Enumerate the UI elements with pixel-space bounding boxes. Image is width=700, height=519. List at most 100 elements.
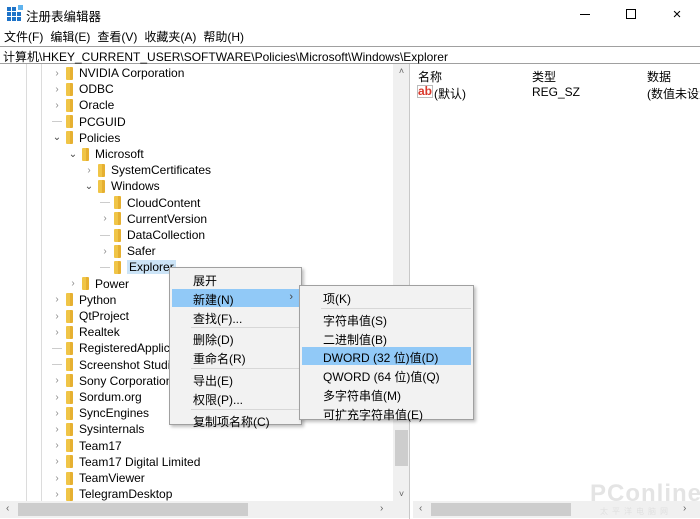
tree-item[interactable]: › Sysinternals <box>52 421 144 437</box>
context-menu-item[interactable]: 展开 <box>172 270 299 288</box>
tree-item[interactable]: PCGUID <box>52 114 126 130</box>
scroll-right-icon[interactable]: › <box>380 503 383 514</box>
scroll-thumb[interactable] <box>18 503 248 516</box>
context-menu-item[interactable]: QWORD (64 位)值(Q) <box>302 366 471 384</box>
scroll-up-icon[interactable]: ˄ <box>393 66 409 76</box>
address-path[interactable]: 计算机\HKEY_CURRENT_USER\SOFTWARE\Policies\… <box>3 48 448 65</box>
tree-item-label: Microsoft <box>95 147 144 161</box>
context-menu-item[interactable]: 项(K) <box>302 288 471 306</box>
tree-item[interactable]: › CurrentVersion <box>100 211 207 227</box>
tree-item-label: Realtek <box>79 325 120 340</box>
chevron-right-icon[interactable]: › <box>52 489 62 500</box>
address-bar[interactable]: 计算机\HKEY_CURRENT_USER\SOFTWARE\Policies\… <box>0 46 700 64</box>
chevron-right-icon[interactable]: › <box>52 327 62 338</box>
value-row[interactable]: ab (默认) REG_SZ (数值未设置) <box>413 83 700 101</box>
chevron-down-icon[interactable]: ⌄ <box>68 149 78 160</box>
context-menu-item[interactable]: 字符串值(S) <box>302 310 471 328</box>
menu-item[interactable]: 收藏夹(A) <box>140 28 199 46</box>
menu-item-label: 多字符串值(M) <box>323 389 401 403</box>
scroll-thumb[interactable] <box>395 430 408 466</box>
context-menu-item[interactable]: 查找(F)... <box>172 308 299 326</box>
tree-item[interactable]: › Safer <box>100 243 155 259</box>
menu-item[interactable]: 编辑(E) <box>46 28 93 46</box>
tree-item[interactable]: › Team17 Digital Limited <box>52 454 200 470</box>
tree-item[interactable]: ⌄ Microsoft <box>68 146 144 162</box>
tree-item[interactable]: › Sordum.org <box>52 389 142 405</box>
tree-guide-line <box>41 64 42 501</box>
chevron-right-icon[interactable]: › <box>52 473 62 484</box>
folder-icon <box>66 406 73 420</box>
context-menu-item[interactable]: 二进制值(B) <box>302 329 471 347</box>
tree-item[interactable]: › Power <box>68 276 129 292</box>
context-menu-item[interactable]: 多字符串值(M) <box>302 385 471 403</box>
chevron-right-icon[interactable]: › <box>52 392 62 403</box>
watermark-logo: PConline <box>590 480 700 507</box>
context-menu-item[interactable]: DWORD (32 位)值(D) <box>302 347 471 366</box>
chevron-right-icon[interactable]: › <box>52 100 62 111</box>
tree-item[interactable]: › Oracle <box>52 97 114 113</box>
menu-item[interactable]: 文件(F) <box>0 28 46 46</box>
tree-item-label: Sordum.org <box>79 390 142 404</box>
regedit-icon <box>7 5 23 21</box>
tree-item[interactable]: › Python <box>52 292 116 308</box>
chevron-right-icon[interactable]: › <box>84 165 94 176</box>
chevron-down-icon[interactable]: ⌄ <box>84 181 94 192</box>
chevron-down-icon[interactable]: ⌄ <box>52 132 62 143</box>
context-menu-item[interactable]: 复制项名称(C) <box>172 411 299 429</box>
folder-icon <box>66 131 73 145</box>
chevron-right-icon[interactable]: › <box>52 294 62 305</box>
tree-item[interactable]: DataCollection <box>100 227 205 243</box>
chevron-right-icon[interactable]: › <box>52 456 62 467</box>
tree-item[interactable]: › Sony Corporation <box>52 373 172 389</box>
chevron-right-icon[interactable]: › <box>52 68 62 79</box>
context-menu-item[interactable]: 可扩充字符串值(E) <box>302 404 471 422</box>
tree-item[interactable]: › ODBC <box>52 81 113 97</box>
tree-item[interactable]: › TelegramDesktop <box>52 486 172 502</box>
chevron-right-icon[interactable]: › <box>52 424 62 435</box>
context-menu-item[interactable]: 权限(P)... <box>172 389 299 407</box>
tree-item[interactable]: Explorer <box>100 259 176 275</box>
menu-item-label: 复制项名称(C) <box>193 414 270 429</box>
menu-item[interactable]: 查看(V) <box>93 28 140 46</box>
tree-item[interactable]: › NVIDIA Corporation <box>52 65 184 81</box>
scroll-left-icon[interactable]: ‹ <box>419 503 422 514</box>
chevron-right-icon[interactable]: › <box>100 246 110 257</box>
maximize-button[interactable] <box>608 0 654 28</box>
tree-item-label: Power <box>95 276 130 291</box>
scroll-thumb[interactable] <box>431 503 571 516</box>
chevron-right-icon[interactable]: › <box>52 408 62 419</box>
chevron-right-icon[interactable]: › <box>68 278 78 289</box>
chevron-right-icon[interactable]: › <box>52 84 62 95</box>
tree-item[interactable]: CloudContent <box>100 195 200 211</box>
tree-vertical-scrollbar[interactable]: ˄ ˅ <box>393 64 409 501</box>
context-menu-item[interactable]: 重命名(R) <box>172 348 299 366</box>
folder-icon <box>66 293 73 307</box>
tree-item[interactable]: › SystemCertificates <box>84 162 211 178</box>
menu-item-label: QWORD (64 位)值(Q) <box>323 370 440 385</box>
menu-item[interactable]: 帮助(H) <box>199 28 247 46</box>
tree-horizontal-scrollbar[interactable]: ‹ › <box>0 501 409 518</box>
value-name: (默认) <box>434 87 466 101</box>
tree-item[interactable]: ⌄ Policies <box>52 130 121 146</box>
tree-item[interactable]: › Team17 <box>52 438 121 454</box>
context-menu-item[interactable]: 删除(D) <box>172 329 299 347</box>
tree-item-label: QtProject <box>79 309 130 323</box>
scroll-down-icon[interactable]: ˅ <box>393 489 409 499</box>
context-menu-item[interactable]: 新建(N) › <box>172 288 299 307</box>
tree-item[interactable]: › QtProject <box>52 308 129 324</box>
scroll-left-icon[interactable]: ‹ <box>6 503 9 514</box>
minimize-button[interactable] <box>562 0 608 28</box>
tree-item[interactable]: › TeamViewer <box>52 470 144 486</box>
tree-item[interactable]: Screenshot Studio <box>52 357 177 373</box>
folder-icon <box>66 422 73 436</box>
tree-item[interactable]: › SyncEngines <box>52 405 149 421</box>
close-button[interactable]: × <box>654 0 700 28</box>
chevron-right-icon[interactable]: › <box>52 311 62 322</box>
context-menu-item[interactable]: 导出(E) <box>172 370 299 388</box>
folder-icon <box>98 163 105 177</box>
chevron-right-icon[interactable]: › <box>52 375 62 386</box>
chevron-right-icon[interactable]: › <box>52 440 62 451</box>
chevron-right-icon[interactable]: › <box>100 213 110 224</box>
tree-item[interactable]: › Realtek <box>52 324 120 340</box>
tree-item[interactable]: ⌄ Windows <box>84 178 160 194</box>
